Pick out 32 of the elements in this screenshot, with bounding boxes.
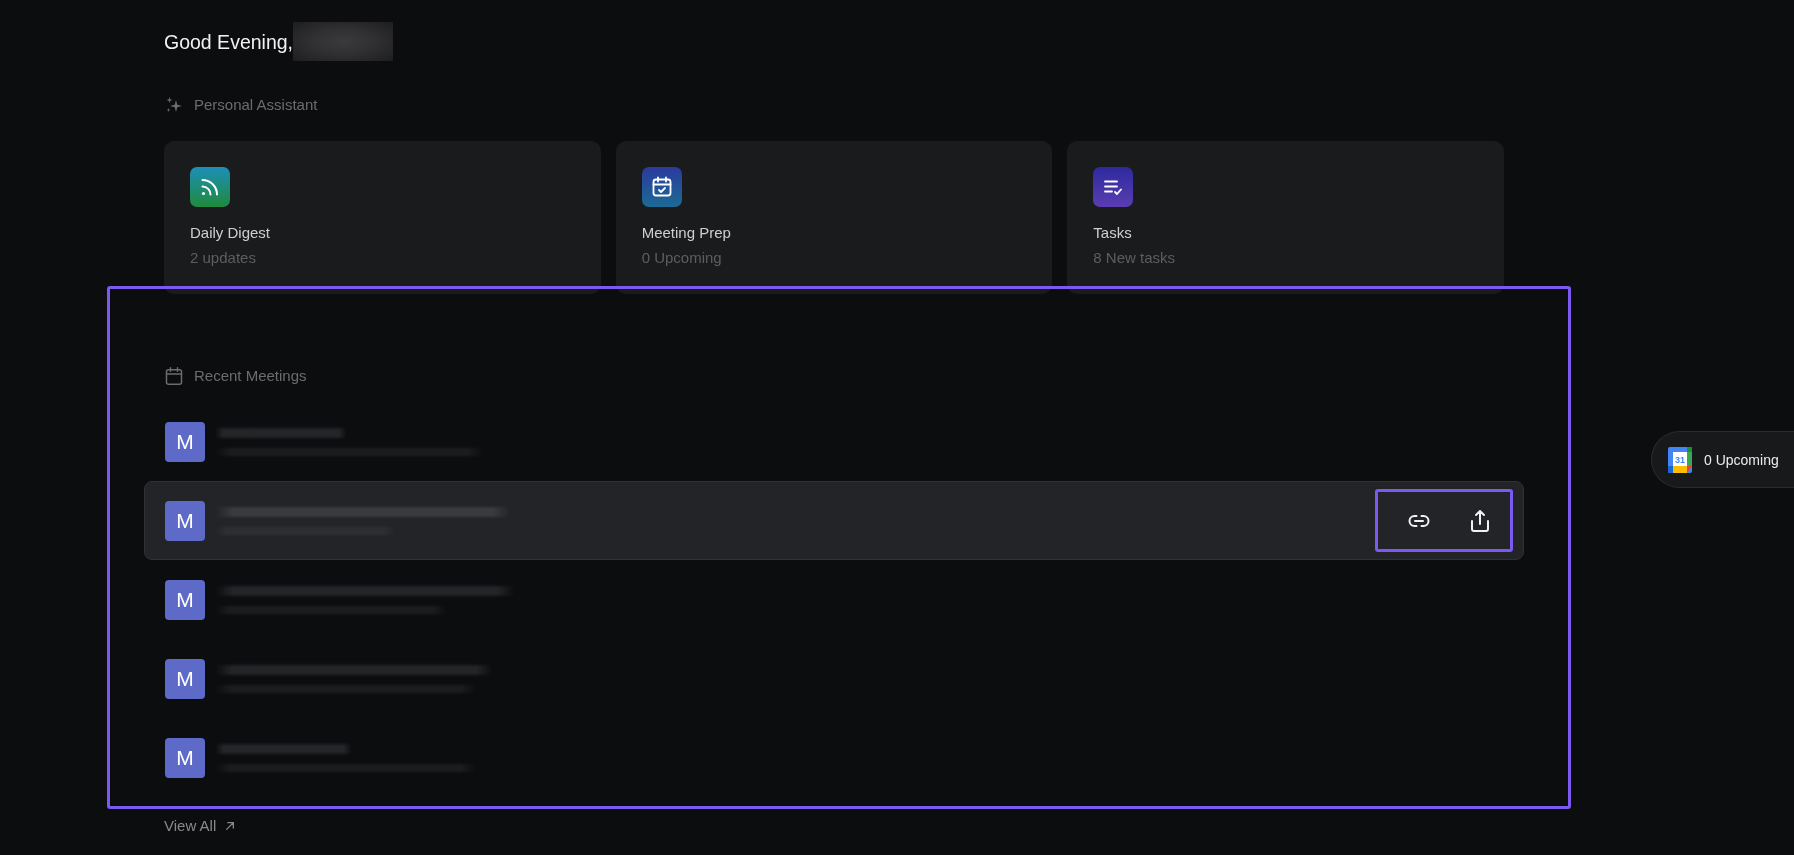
card-title: Daily Digest [190,223,272,243]
card-title: Meeting Prep [641,223,732,243]
avatar: M [165,421,205,462]
section-heading: Recent Meetings [194,366,307,386]
meeting-row[interactable]: M [144,481,1524,560]
sparkle-icon [166,97,182,113]
card-subtitle: 0 Upcoming [641,248,723,268]
assistant-card[interactable]: Meeting Prep 0 Upcoming [615,141,1053,294]
meeting-row[interactable]: M [144,718,1524,797]
avatar: M [165,500,205,541]
card-subtitle: 2 updates [190,248,257,268]
share-icon [1468,508,1492,533]
calendar-check-icon [641,167,682,207]
list-check-icon [1093,167,1134,207]
avatar: M [165,579,205,620]
card-title: Tasks [1093,223,1133,243]
greeting-text: Good Evening, [164,29,293,55]
meeting-row[interactable]: M [144,560,1524,639]
rss-icon [190,167,230,207]
assistant-card[interactable]: Tasks 8 New tasks [1067,141,1504,294]
upcoming-button[interactable]: 31 0 Upcoming [1651,431,1794,488]
calendar-app-icon: 31 [1668,446,1692,473]
meeting-row[interactable]: M [144,639,1524,718]
section-heading: Personal Assistant [194,95,318,115]
avatar: M [165,658,205,699]
avatar: M [165,737,205,778]
view-all-link[interactable]: View All [164,816,236,836]
calendar-icon [165,367,183,385]
meeting-row[interactable]: M [144,402,1524,481]
assistant-card[interactable]: Daily Digest 2 updates [164,141,601,294]
card-subtitle: 8 New tasks [1093,248,1177,268]
arrow-up-right-icon [225,821,236,831]
